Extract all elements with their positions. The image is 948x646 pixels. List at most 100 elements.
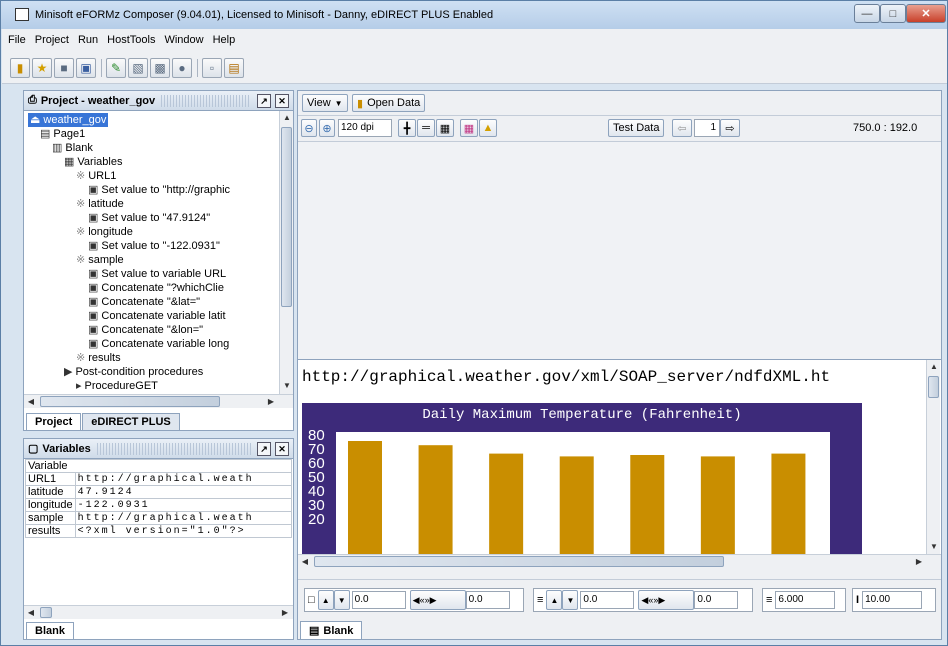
new-project-icon[interactable]: ★	[32, 58, 52, 78]
scroll-up-icon[interactable]: ▲	[280, 111, 294, 125]
close-button[interactable]: ✕	[906, 4, 946, 23]
menu-file[interactable]: File	[8, 34, 26, 46]
tree-node[interactable]: ▤ Page1	[40, 127, 85, 141]
tree-node[interactable]: ▣ Set value to variable URL	[88, 267, 226, 281]
tree-node[interactable]: ※ results	[76, 351, 121, 365]
align-top-icon[interactable]: ▲	[317, 590, 334, 610]
url-text-element[interactable]: http://graphical.weather.gov/xml/SOAP_se…	[302, 368, 830, 386]
tree-node[interactable]: ▸ ProcedureGET	[76, 379, 158, 393]
nudge-buttons[interactable]: ◀«»▶	[409, 590, 466, 610]
scroll-right-icon[interactable]: ▶	[278, 606, 292, 620]
tree-node[interactable]: ▣ Set value to "-122.0931"	[88, 239, 220, 253]
maximize-button[interactable]: □	[880, 4, 906, 23]
tab-edirect-plus[interactable]: eDIRECT PLUS	[82, 413, 180, 430]
info-icon[interactable]: ●	[172, 58, 192, 78]
menu-run[interactable]: Run	[78, 34, 98, 46]
undock-icon[interactable]: ↗	[257, 441, 271, 456]
x-offset-field[interactable]: 0.0	[465, 591, 510, 609]
scroll-left-icon[interactable]: ◀	[24, 606, 38, 620]
color-palette-icon[interactable]: ▦	[460, 119, 478, 137]
drag-grip[interactable]	[96, 442, 251, 455]
scroll-right-icon[interactable]: ▶	[912, 555, 926, 567]
menu-window[interactable]: Window	[164, 34, 203, 46]
table-icon[interactable]: ▦	[436, 119, 454, 137]
align-up-icon[interactable]: ▲	[546, 590, 563, 610]
scroll-up-icon[interactable]: ▲	[927, 360, 941, 374]
y-offset-field[interactable]: 0.0	[694, 591, 739, 609]
canvas-vertical-scrollbar[interactable]: ▲ ▼	[926, 360, 940, 555]
close-panel-icon[interactable]: ✕	[275, 93, 289, 108]
menu-hosttools[interactable]: HostTools	[107, 34, 155, 46]
tree-node[interactable]: ※ longitude	[76, 225, 133, 239]
new-form-icon[interactable]: ✎	[106, 58, 126, 78]
page-number-field[interactable]: 1	[694, 119, 720, 137]
tree-vertical-scrollbar[interactable]: ▲ ▼	[279, 111, 293, 394]
previous-page-icon[interactable]: ⇦	[672, 119, 692, 137]
test-data-button[interactable]: Test Data	[608, 119, 665, 137]
variables-horizontal-scrollbar[interactable]: ◀ ▶	[24, 605, 293, 619]
tree-node[interactable]: ▣ Concatenate "&lat="	[88, 295, 200, 309]
tree-node[interactable]: ※ URL1	[76, 169, 116, 183]
table-row[interactable]: sample http://graphical.weath	[25, 511, 293, 525]
menu-project[interactable]: Project	[35, 34, 69, 46]
tree-node[interactable]: ▶ Post-condition procedures	[64, 365, 203, 379]
scroll-thumb[interactable]	[40, 607, 52, 618]
copy-icon[interactable]: ▧	[128, 58, 148, 78]
temperature-chart[interactable]: Daily Maximum Temperature (Fahrenheit) 80…	[302, 403, 862, 567]
y-position-field[interactable]: 0.0	[580, 591, 635, 609]
tree-node[interactable]: ⏏ weather_gov	[28, 113, 109, 127]
tab-project[interactable]: Project	[26, 413, 82, 430]
tree-horizontal-scrollbar[interactable]: ◀ ▶	[24, 394, 293, 408]
undock-icon[interactable]: ↗	[257, 93, 271, 108]
open-folder-icon[interactable]: ▮	[10, 58, 30, 78]
ruler-icon[interactable]: ═	[417, 119, 435, 137]
scroll-down-icon[interactable]: ▼	[280, 379, 294, 393]
line-spacing-field[interactable]: 6.000	[775, 591, 836, 609]
tree-node[interactable]: ▣ Concatenate variable latit	[88, 309, 226, 323]
tree-node[interactable]: ▣ Set value to "http://graphic	[88, 183, 230, 197]
paste-icon[interactable]: ▩	[150, 58, 170, 78]
align-bottom-icon[interactable]: ▼	[333, 590, 350, 610]
properties-icon[interactable]: ▤	[224, 58, 244, 78]
page-canvas[interactable]: http://graphical.weather.gov/xml/SOAP_se…	[298, 359, 941, 567]
scroll-left-icon[interactable]: ◀	[298, 555, 312, 567]
zoom-in-icon[interactable]: ⊕	[319, 119, 335, 137]
scroll-thumb[interactable]	[928, 376, 939, 398]
tree-node[interactable]: ▣ Concatenate variable long	[88, 337, 229, 351]
canvas-horizontal-scrollbar[interactable]: ◀ ▶	[298, 554, 941, 567]
nudge-buttons[interactable]: ◀«»▶	[638, 590, 695, 610]
drag-grip[interactable]	[161, 94, 251, 107]
table-row[interactable]: longitude -122.0931	[25, 498, 293, 512]
table-row[interactable]: URL1 http://graphical.weath	[25, 472, 293, 486]
next-page-icon[interactable]: ⇨	[720, 119, 740, 137]
delete-icon[interactable]: ▫	[202, 58, 222, 78]
dpi-field[interactable]: 120 dpi	[338, 119, 392, 137]
scroll-thumb[interactable]	[40, 396, 220, 407]
font-size-field[interactable]: 10.00	[862, 591, 923, 609]
save-icon[interactable]: ■	[54, 58, 74, 78]
scroll-down-icon[interactable]: ▼	[927, 540, 941, 554]
scroll-thumb[interactable]	[281, 127, 292, 307]
zoom-out-icon[interactable]: ⊖	[301, 119, 317, 137]
page-canvas-top[interactable]	[298, 141, 941, 359]
menu-help[interactable]: Help	[213, 34, 236, 46]
tree-node[interactable]: ▦ Variables	[64, 155, 122, 169]
lock-icon[interactable]: ▲	[479, 119, 497, 137]
tree-node[interactable]: ▥ Blank	[52, 141, 93, 155]
tree-node[interactable]: ※ sample	[76, 253, 124, 267]
save-all-icon[interactable]: ▣	[76, 58, 96, 78]
tree-node[interactable]: ▣ Concatenate "&lon="	[88, 323, 203, 337]
tab-blank[interactable]: ▤ Blank	[300, 621, 363, 639]
align-down-icon[interactable]: ▼	[562, 590, 579, 610]
scroll-right-icon[interactable]: ▶	[264, 395, 278, 409]
tree-node[interactable]: ▣ Concatenate "?whichClie	[88, 281, 224, 295]
column-header-variable[interactable]: Variable	[25, 459, 292, 473]
tab-blank[interactable]: Blank	[26, 622, 74, 639]
open-data-button[interactable]: ▮ Open Data	[352, 94, 426, 112]
view-dropdown[interactable]: View ▼	[302, 94, 348, 112]
table-row[interactable]: results <?xml version="1.0"?>	[25, 524, 293, 538]
tree-node[interactable]: ※ latitude	[76, 197, 124, 211]
scroll-left-icon[interactable]: ◀	[24, 395, 38, 409]
close-panel-icon[interactable]: ✕	[275, 441, 289, 456]
minimize-button[interactable]: —	[854, 4, 880, 23]
